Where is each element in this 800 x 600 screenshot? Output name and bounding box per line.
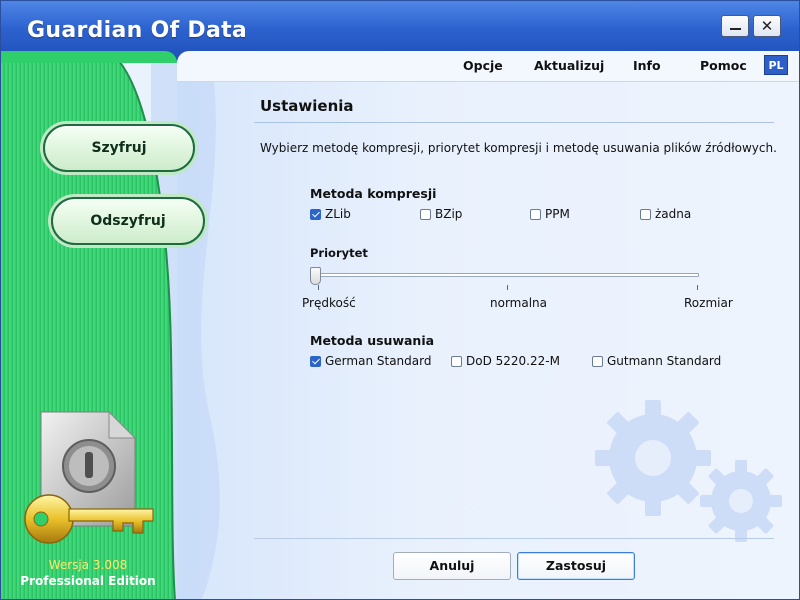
checkbox-gutmann[interactable]: Gutmann Standard	[592, 354, 721, 368]
language-button[interactable]: PL	[764, 55, 788, 75]
priority-max-label: Rozmiar	[684, 296, 733, 310]
checkbox-none[interactable]: żadna	[640, 207, 691, 221]
checkbox-checked-icon	[310, 208, 321, 220]
menu-options[interactable]: Opcje	[463, 58, 503, 73]
priority-min-label: Prędkość	[302, 296, 356, 310]
version-label: Wersja 3.008	[48, 558, 128, 572]
priority-slider-track[interactable]	[313, 273, 699, 277]
menu-info[interactable]: Info	[633, 58, 661, 73]
lock-and-key-icon	[24, 410, 154, 544]
app-title: Guardian Of Data	[27, 18, 248, 43]
slider-tick	[318, 285, 319, 290]
settings-description: Wybierz metodę kompresji, priorytet komp…	[260, 141, 777, 155]
menu-update[interactable]: Aktualizuj	[534, 58, 604, 73]
compression-method-label: Metoda kompresji	[310, 186, 437, 201]
edition-label: Professional Edition	[20, 574, 156, 588]
decrypt-button[interactable]: Odszyfruj	[51, 197, 205, 245]
menu-help[interactable]: Pomoc	[700, 58, 747, 73]
checkbox-unchecked-icon	[592, 355, 603, 367]
checkbox-label: German Standard	[325, 354, 432, 368]
checkbox-unchecked-icon	[530, 208, 541, 220]
checkbox-unchecked-icon	[640, 208, 651, 220]
sidebar-top-curve	[1, 51, 177, 63]
priority-slider-thumb[interactable]	[310, 267, 321, 285]
cancel-button[interactable]: Anuluj	[393, 552, 511, 580]
close-button[interactable]: ✕	[753, 15, 781, 37]
title-divider	[254, 122, 774, 123]
checkbox-bzip[interactable]: BZip	[420, 207, 462, 221]
checkbox-zlib[interactable]: ZLib	[310, 207, 351, 221]
footer-divider	[254, 538, 774, 539]
priority-label: Priorytet	[310, 246, 368, 260]
deletion-method-label: Metoda usuwania	[310, 333, 435, 348]
minimize-icon	[730, 28, 741, 30]
app-window: Guardian Of Data ✕ Opcje Aktualizuj Info…	[0, 0, 800, 600]
checkbox-label: ZLib	[325, 207, 351, 221]
gears-watermark-icon	[595, 400, 782, 542]
checkbox-label: DoD 5220.22-M	[466, 354, 560, 368]
close-icon: ✕	[760, 17, 774, 35]
checkbox-checked-icon	[310, 355, 321, 367]
checkbox-unchecked-icon	[451, 355, 462, 367]
minimize-button[interactable]	[721, 15, 749, 37]
checkbox-label: Gutmann Standard	[607, 354, 722, 368]
checkbox-label: BZip	[435, 207, 463, 221]
page-title: Ustawienia	[260, 97, 354, 115]
checkbox-label: PPM	[545, 207, 570, 221]
apply-button[interactable]: Zastosuj	[517, 552, 635, 580]
checkbox-unchecked-icon	[420, 208, 431, 220]
slider-tick	[507, 285, 508, 290]
checkbox-label: żadna	[655, 207, 692, 221]
encrypt-button[interactable]: Szyfruj	[43, 124, 195, 172]
checkbox-dod[interactable]: DoD 5220.22-M	[451, 354, 560, 368]
checkbox-ppm[interactable]: PPM	[530, 207, 570, 221]
slider-tick	[697, 285, 698, 290]
checkbox-german-standard[interactable]: German Standard	[310, 354, 431, 368]
priority-mid-label: normalna	[490, 296, 548, 310]
